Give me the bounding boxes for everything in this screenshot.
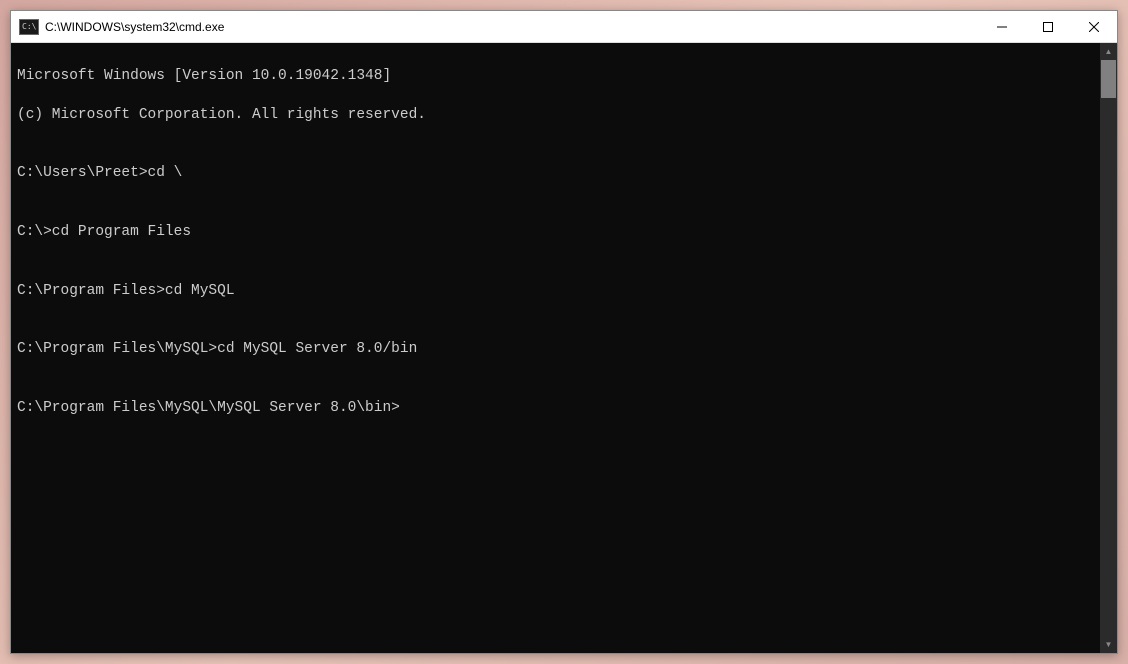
- cmd-icon: C:\: [19, 19, 39, 35]
- terminal-line: C:\Users\Preet>cd \: [17, 164, 1094, 184]
- close-button[interactable]: [1071, 11, 1117, 42]
- terminal-line: C:\>cd Program Files: [17, 223, 1094, 243]
- cmd-window: C:\ C:\WINDOWS\system32\cmd.exe Microsof…: [10, 10, 1118, 654]
- scrollbar-down-arrow-icon[interactable]: ▼: [1100, 636, 1117, 653]
- window-title: C:\WINDOWS\system32\cmd.exe: [45, 20, 979, 34]
- scrollbar-thumb[interactable]: [1101, 60, 1116, 98]
- terminal-line: (c) Microsoft Corporation. All rights re…: [17, 106, 1094, 126]
- minimize-button[interactable]: [979, 11, 1025, 42]
- terminal-line: Microsoft Windows [Version 10.0.19042.13…: [17, 67, 1094, 87]
- terminal-output[interactable]: Microsoft Windows [Version 10.0.19042.13…: [11, 43, 1100, 653]
- maximize-button[interactable]: [1025, 11, 1071, 42]
- terminal-line: C:\Program Files\MySQL>cd MySQL Server 8…: [17, 340, 1094, 360]
- window-controls: [979, 11, 1117, 42]
- terminal-area: Microsoft Windows [Version 10.0.19042.13…: [11, 43, 1117, 653]
- terminal-line: C:\Program Files\MySQL\MySQL Server 8.0\…: [17, 399, 1094, 419]
- cmd-icon-text: C:\: [22, 23, 36, 31]
- vertical-scrollbar[interactable]: ▲ ▼: [1100, 43, 1117, 653]
- titlebar[interactable]: C:\ C:\WINDOWS\system32\cmd.exe: [11, 11, 1117, 43]
- terminal-line: C:\Program Files>cd MySQL: [17, 282, 1094, 302]
- scrollbar-up-arrow-icon[interactable]: ▲: [1100, 43, 1117, 60]
